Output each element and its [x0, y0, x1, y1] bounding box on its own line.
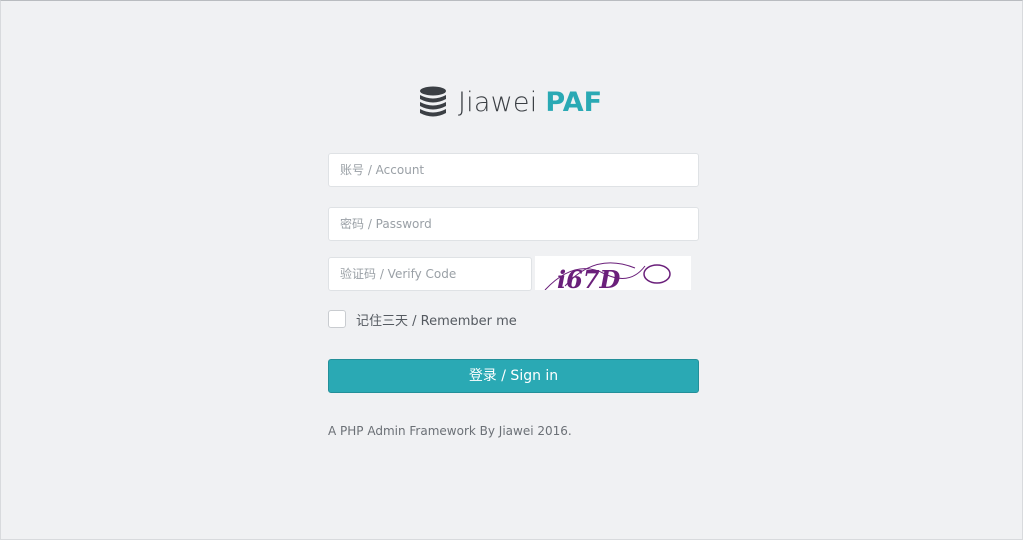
- remember-me[interactable]: 记住三天 / Remember me: [328, 309, 517, 329]
- verify-code-input[interactable]: [328, 257, 532, 291]
- signin-button[interactable]: 登录 / Sign in: [328, 359, 699, 393]
- captcha-image[interactable]: i67D: [535, 256, 691, 290]
- brand-accent: PAF: [545, 86, 603, 118]
- remember-label: 记住三天 / Remember me: [356, 313, 517, 329]
- footer-text: A PHP Admin Framework By Jiawei 2016.: [328, 424, 572, 438]
- remember-checkbox[interactable]: [328, 310, 346, 328]
- password-input[interactable]: [328, 207, 699, 241]
- account-input[interactable]: [328, 153, 699, 187]
- brand-logo: Jiawei PAF: [419, 85, 602, 119]
- captcha-char: i67D: [557, 265, 621, 290]
- brand-name: Jiawei: [458, 86, 538, 118]
- database-icon: [419, 86, 447, 118]
